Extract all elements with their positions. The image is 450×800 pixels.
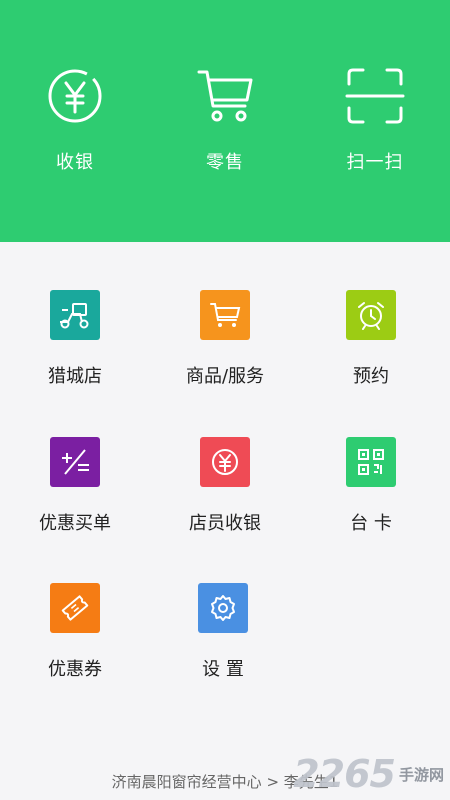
- cashier-button[interactable]: 收银: [0, 66, 150, 174]
- products-tile: [200, 290, 250, 340]
- store-tile: [50, 290, 100, 340]
- table-card-label: 台 卡: [350, 513, 392, 534]
- retail-button[interactable]: 零售: [150, 66, 300, 174]
- discount-pay-tile: [50, 437, 100, 487]
- coupon-tile: [50, 583, 100, 633]
- qr-code-icon: [358, 449, 384, 475]
- yen-circle-icon: [48, 69, 102, 123]
- scan-icon: [345, 68, 405, 124]
- ticket-icon: [61, 595, 89, 621]
- clerk-cashier-button[interactable]: 店员收银: [150, 437, 300, 535]
- scan-label: 扫一扫: [346, 152, 404, 173]
- discount-pay-button[interactable]: 优惠买单: [0, 437, 150, 535]
- settings-label: 设 置: [202, 659, 244, 680]
- discount-pay-label: 优惠买单: [39, 513, 111, 534]
- retail-label: 零售: [206, 152, 244, 173]
- store-button[interactable]: 猎城店: [0, 290, 150, 388]
- delivery-bike-icon: [60, 303, 89, 329]
- top-banner: 收银 零售 扫一扫: [0, 0, 450, 242]
- coupon-label: 优惠券: [48, 659, 102, 680]
- clerk-cashier-tile: [200, 437, 250, 487]
- products-services-label: 商品/服务: [185, 366, 265, 387]
- appointment-tile: [346, 290, 396, 340]
- watermark-site: 手游网: [398, 765, 444, 784]
- appointment-label: 预约: [353, 366, 389, 387]
- store-label: 猎城店: [48, 366, 102, 387]
- table-card-button[interactable]: 台 卡: [296, 437, 446, 535]
- appointment-button[interactable]: 预约: [296, 290, 446, 388]
- discount-calc-icon: [62, 449, 89, 475]
- clerk-cashier-label: 店员收银: [189, 513, 261, 534]
- products-services-button[interactable]: 商品/服务: [150, 290, 300, 388]
- site-watermark: 2265 手游网: [293, 752, 444, 796]
- scan-button[interactable]: 扫一扫: [300, 66, 450, 174]
- cart-icon: [197, 70, 253, 122]
- settings-tile: [198, 583, 248, 633]
- cashier-label: 收银: [56, 152, 94, 173]
- settings-button[interactable]: 设 置: [148, 583, 298, 681]
- coupon-button[interactable]: 优惠券: [0, 583, 150, 681]
- cart-icon: [210, 303, 241, 327]
- alarm-clock-icon: [358, 302, 384, 330]
- gear-icon: [211, 595, 235, 621]
- watermark-logo: 2265: [293, 752, 396, 796]
- table-card-tile: [346, 437, 396, 487]
- yen-circle-icon: [212, 449, 238, 475]
